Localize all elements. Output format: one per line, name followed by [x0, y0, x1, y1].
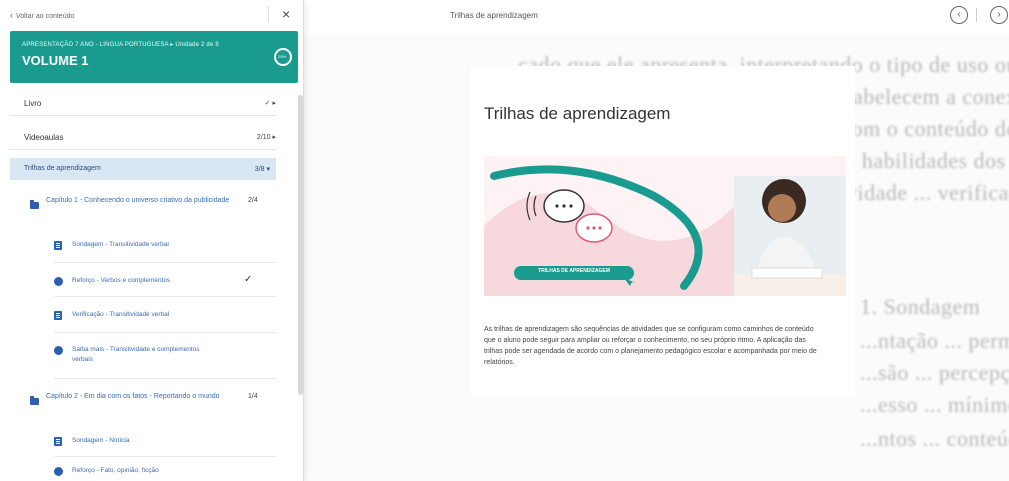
sidebar-top: ‹ Voltar ao conteúdo ×: [0, 0, 304, 30]
chapter-item[interactable]: Capítulo 1 - Conhecendo o universo criat…: [30, 196, 276, 218]
trail-item[interactable]: Reforço - Verbos e complementos: [54, 276, 264, 288]
progress-ring-icon: 25%: [274, 48, 292, 66]
section-count: 3/8 ▾: [254, 166, 270, 173]
section-count: 2/10 ▸: [256, 134, 276, 141]
chapter-item[interactable]: Capítulo 2 - Em dia com os fatos - Repor…: [30, 392, 276, 414]
trail-badge-label: TRILHAS DE APRENDIZAGEM: [538, 268, 610, 274]
sidebar-scrollbar[interactable]: [298, 95, 303, 395]
trail-item[interactable]: Saiba mais - Transitividade e complement…: [54, 345, 264, 367]
globe-icon: [54, 467, 63, 476]
bg-text-line: ...esso ... mínimo de conhecimentos ... …: [860, 392, 1009, 417]
section-livro[interactable]: Livro ✓ ▸: [10, 90, 276, 116]
content-card: Trilhas de aprendizagem TRILHAS DE APREN…: [470, 66, 855, 396]
volume-banner: APRESENTAÇÃO 7 ANO - LINGUA PORTUGUESA ▸…: [10, 31, 298, 83]
trail-item-label: Verificação - Transitividade verbal: [72, 311, 170, 318]
trail-item-label: Sondagem - Notícia: [72, 437, 130, 444]
trail-item-label: Reforço - Fato, opinião, ficção: [72, 467, 159, 474]
section-label: Trilhas de aprendizagem: [24, 165, 101, 172]
banner-subtitle: APRESENTAÇÃO 7 ANO - LINGUA PORTUGUESA ▸…: [22, 42, 219, 48]
nav-divider: [976, 8, 977, 22]
chevron-right-icon[interactable]: ›: [990, 6, 1008, 24]
trail-item-label: Sondagem - Transitividade verbal: [72, 241, 169, 248]
divider: [54, 456, 276, 457]
chapter-title: Capítulo 1 - Conhecendo o universo criat…: [46, 197, 230, 204]
back-link-label: Voltar ao conteúdo: [16, 13, 75, 20]
check-icon: ✓: [244, 274, 253, 285]
bg-text-line: ...ntação ... permite ... diagnóstico ..…: [860, 328, 1009, 353]
globe-icon: [54, 277, 63, 286]
divider: [54, 262, 276, 263]
document-icon: [54, 241, 62, 250]
document-icon: [54, 311, 62, 320]
content-title: Trilhas de aprendizagem: [484, 104, 671, 123]
trail-item-label: Saiba mais - Transitividade e complement…: [72, 346, 200, 363]
section-label: Livro: [24, 99, 42, 108]
folder-icon: [30, 200, 39, 209]
content-body: As trilhas de aprendizagem são sequência…: [484, 326, 817, 366]
divider: [268, 6, 269, 22]
banner-title: VOLUME 1: [22, 53, 89, 68]
chevron-left-icon[interactable]: ‹: [950, 6, 968, 24]
section-videoaulas[interactable]: Videoaulas 2/10 ▸: [10, 124, 276, 150]
divider: [54, 332, 276, 333]
trail-item[interactable]: Verificação - Transitividade verbal: [54, 310, 264, 322]
divider: [54, 378, 276, 379]
header-title: Trilhas de aprendizagem: [450, 11, 538, 20]
chevron-left-icon: ‹: [10, 10, 13, 20]
illustration: TRILHAS DE APRENDIZAGEM: [484, 156, 846, 296]
top-bar: Trilhas de aprendizagem ‹ ›: [300, 0, 1009, 34]
chapter-title: Capítulo 2 - Em dia com os fatos - Repor…: [46, 393, 220, 400]
trail-item-label: Reforço - Verbos e complementos: [72, 277, 171, 284]
document-icon: [54, 437, 62, 446]
divider: [54, 296, 276, 297]
section-trilhas[interactable]: Trilhas de aprendizagem 3/8 ▾: [10, 158, 276, 180]
globe-icon: [54, 346, 63, 355]
bg-text-line: ...ntos ... conteúdo ... ... ... ...: [860, 426, 1009, 451]
bg-text-line: 1. Sondagem: [860, 294, 981, 319]
illustration-image: [484, 156, 846, 296]
chapter-count: 2/4: [248, 197, 258, 204]
sidebar: ‹ Voltar ao conteúdo × APRESENTAÇÃO 7 ANO…: [0, 0, 304, 481]
trail-item[interactable]: Sondagem - Transitividade verbal: [54, 240, 264, 252]
progress-ring-label: 25%: [278, 54, 287, 59]
bg-text-line: ...são ... percepção ... trilha de apren…: [860, 360, 1009, 385]
folder-icon: [30, 396, 39, 405]
trail-item[interactable]: Sondagem - Notícia: [54, 436, 264, 448]
section-count: ✓ ▸: [264, 100, 276, 107]
trail-item[interactable]: Reforço - Fato, opinião, ficção: [54, 466, 264, 478]
chapter-count: 1/4: [248, 393, 258, 400]
section-label: Videoaulas: [24, 133, 64, 142]
back-link[interactable]: ‹ Voltar ao conteúdo: [10, 10, 74, 20]
close-icon[interactable]: ×: [282, 6, 290, 22]
